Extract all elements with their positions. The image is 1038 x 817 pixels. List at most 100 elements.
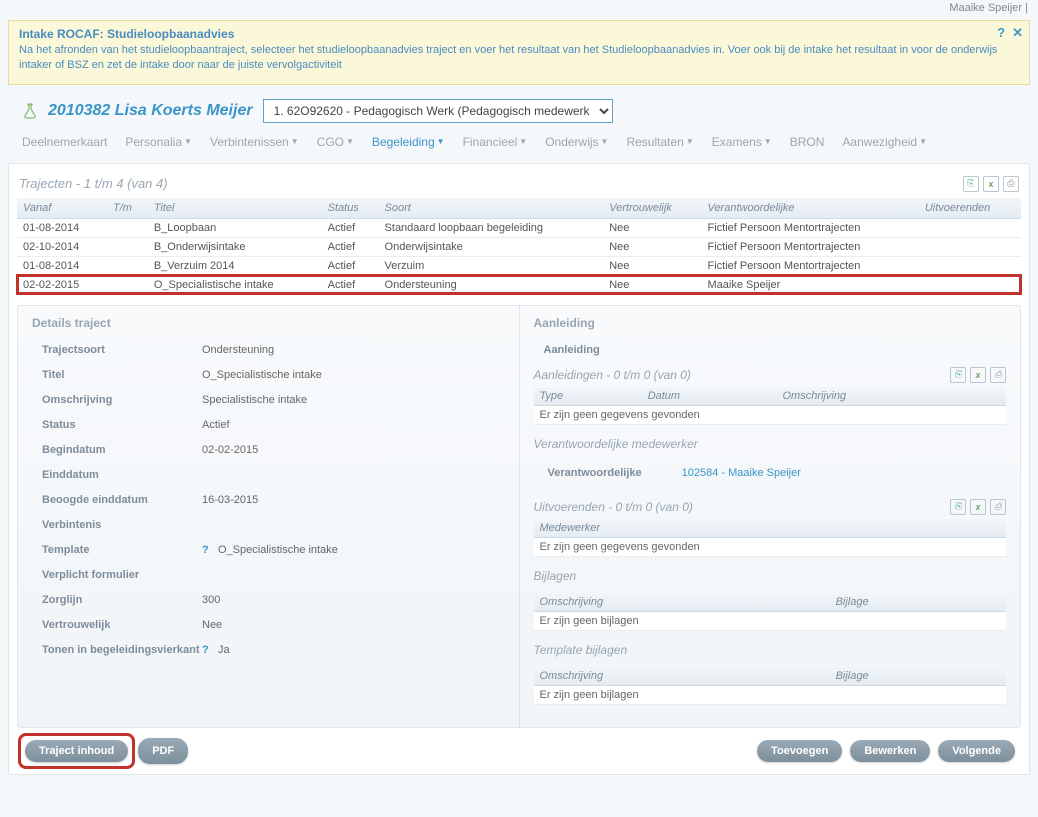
details-head: Details traject [32,316,505,330]
tab-financieel[interactable]: Financieel▼ [463,135,528,149]
help-icon[interactable]: ? [997,25,1005,40]
user-name: Maaike Speijer | [0,0,1038,16]
aanl-head: Aanleiding [534,316,1007,330]
tab-bron[interactable]: BRON [790,135,825,149]
traject-col: Soort [379,198,604,219]
traject-table: VanafT/mTitelStatusSoortVertrouwelijkVer… [17,198,1021,295]
detail-label-beoogd: Beoogde einddatum [42,494,202,506]
detail-label-vertr: Vertrouwelijk [42,619,202,631]
detail-label-begin: Begindatum [42,444,202,456]
table-row[interactable]: 01-08-2014B_LoopbaanActiefStandaard loop… [17,218,1021,237]
excel-icon[interactable]: x [983,176,999,192]
tmplbijl-col-omschr: Omschrijving [534,667,830,686]
chevron-down-icon: ▼ [601,137,609,146]
print-icon[interactable]: ⎙ [990,499,1006,515]
table-row[interactable]: 02-10-2014B_OnderwijsintakeActiefOnderwi… [17,237,1021,256]
detail-value-zorg: 300 [202,594,220,606]
tmplbijl-head: Template bijlagen [534,643,1007,657]
tmplbijl-col-bijlage: Bijlage [830,667,1006,686]
detail-label-template: Template [42,544,202,556]
tab-examens[interactable]: Examens▼ [712,135,772,149]
print-icon[interactable]: ⎙ [1003,176,1019,192]
student-link[interactable]: 2010382 Lisa Koerts Meijer [48,102,253,120]
detail-label-titel: Titel [42,369,202,381]
tab-begeleiding[interactable]: Begeleiding▼ [372,135,445,149]
tab-verbintenissen[interactable]: Verbintenissen▼ [210,135,299,149]
chevron-down-icon: ▼ [184,137,192,146]
detail-value-status: Actief [202,419,230,431]
bijl-col-omschr: Omschrijving [534,593,830,612]
chevron-down-icon: ▼ [437,137,445,146]
tab-aanwezigheid[interactable]: Aanwezigheid▼ [842,135,927,149]
print-icon[interactable]: ⎙ [990,367,1006,383]
detail-value-beoogd: 16-03-2015 [202,494,258,506]
verantw-value[interactable]: 102584 - Maaike Speijer [682,467,801,479]
toevoegen-button[interactable]: Toevoegen [757,740,842,762]
programme-select[interactable]: 1. 62O92620 - Pedagogisch Werk (Pedagogi… [263,99,613,123]
notice-body: Na het afronden van het studieloopbaantr… [19,43,1019,74]
table-row[interactable]: 01-08-2014B_Verzuim 2014ActiefVerzuimNee… [17,256,1021,275]
aanl-col-datum: Datum [642,387,777,406]
bewerken-button[interactable]: Bewerken [850,740,930,762]
bijl-head: Bijlagen [534,569,1007,583]
tab-onderwijs[interactable]: Onderwijs▼ [545,135,608,149]
detail-label-verbint: Verbintenis [42,519,202,531]
uitv-col: Medewerker [534,519,1007,538]
detail-label-trajsoort: Trajectsoort [42,344,202,356]
detail-label-status: Status [42,419,202,431]
traject-col: Status [322,198,379,219]
chevron-down-icon: ▼ [686,137,694,146]
aanl-sub-label: Aanleiding [544,344,704,356]
chevron-down-icon: ▼ [519,137,527,146]
detail-value-tonen: Ja [218,644,230,656]
chevron-down-icon: ▼ [764,137,772,146]
notice-title: Intake ROCAF: Studieloopbaanadvies [19,27,1019,41]
tab-cgo[interactable]: CGO▼ [317,135,354,149]
chevron-down-icon: ▼ [291,137,299,146]
pdf-button[interactable]: PDF [138,738,188,764]
verantw-head: Verantwoordelijke medewerker [534,437,1007,451]
chevron-down-icon: ▼ [346,137,354,146]
traject-inhoud-button[interactable]: Traject inhoud [25,740,128,762]
bijl-col-bijlage: Bijlage [830,593,1006,612]
verantw-label: Verantwoordelijke [548,467,642,479]
aanl-list-title: Aanleidingen - 0 t/m 0 (van 0) [534,368,691,382]
excel-icon[interactable]: x [970,499,986,515]
tmplbijl-empty: Er zijn geen bijlagen [534,685,1007,704]
traject-col: Verantwoordelijke [702,198,919,219]
traject-col: Uitvoerenden [919,198,1021,219]
aanl-empty: Er zijn geen gegevens gevonden [534,405,1007,424]
chevron-down-icon: ▼ [919,137,927,146]
tabs-row: Deelnemerkaart Personalia▼ Verbintenissen▼… [0,131,1038,163]
uitv-title: Uitvoerenden - 0 t/m 0 (van 0) [534,500,693,514]
detail-label-omschr: Omschrijving [42,394,202,406]
help-icon[interactable]: ? [202,644,212,656]
tab-personalia[interactable]: Personalia▼ [125,135,192,149]
detail-value-trajsoort: Ondersteuning [202,344,274,356]
detail-value-begin: 02-02-2015 [202,444,258,456]
tab-deelnemerkaart[interactable]: Deelnemerkaart [22,135,107,149]
export-icon[interactable]: ⎘ [963,176,979,192]
flask-icon [22,103,38,119]
export-icon[interactable]: ⎘ [950,367,966,383]
detail-label-zorg: Zorglijn [42,594,202,606]
traject-list-title: Trajecten - 1 t/m 4 (van 4) [19,176,168,191]
detail-label-tonen: Tonen in begeleidingsvierkant [42,644,202,656]
detail-value-titel: O_Specialistische intake [202,369,322,381]
detail-value-omschr: Specialistische intake [202,394,307,406]
excel-icon[interactable]: x [970,367,986,383]
detail-label-eind: Einddatum [42,469,202,481]
detail-label-verpl: Verplicht formulier [42,569,202,581]
tab-resultaten[interactable]: Resultaten▼ [626,135,693,149]
aanl-col-omschr: Omschrijving [776,387,1006,406]
traject-col: Vanaf [17,198,107,219]
table-row[interactable]: 02-02-2015O_Specialistische intakeActief… [17,275,1021,294]
detail-value-template: O_Specialistische intake [218,544,338,556]
detail-value-vertr: Nee [202,619,222,631]
help-icon[interactable]: ? [202,544,212,556]
close-icon[interactable]: ✕ [1012,25,1023,40]
volgende-button[interactable]: Volgende [938,740,1015,762]
traject-col: Vertrouwelijk [603,198,701,219]
traject-col: Titel [148,198,322,219]
export-icon[interactable]: ⎘ [950,499,966,515]
